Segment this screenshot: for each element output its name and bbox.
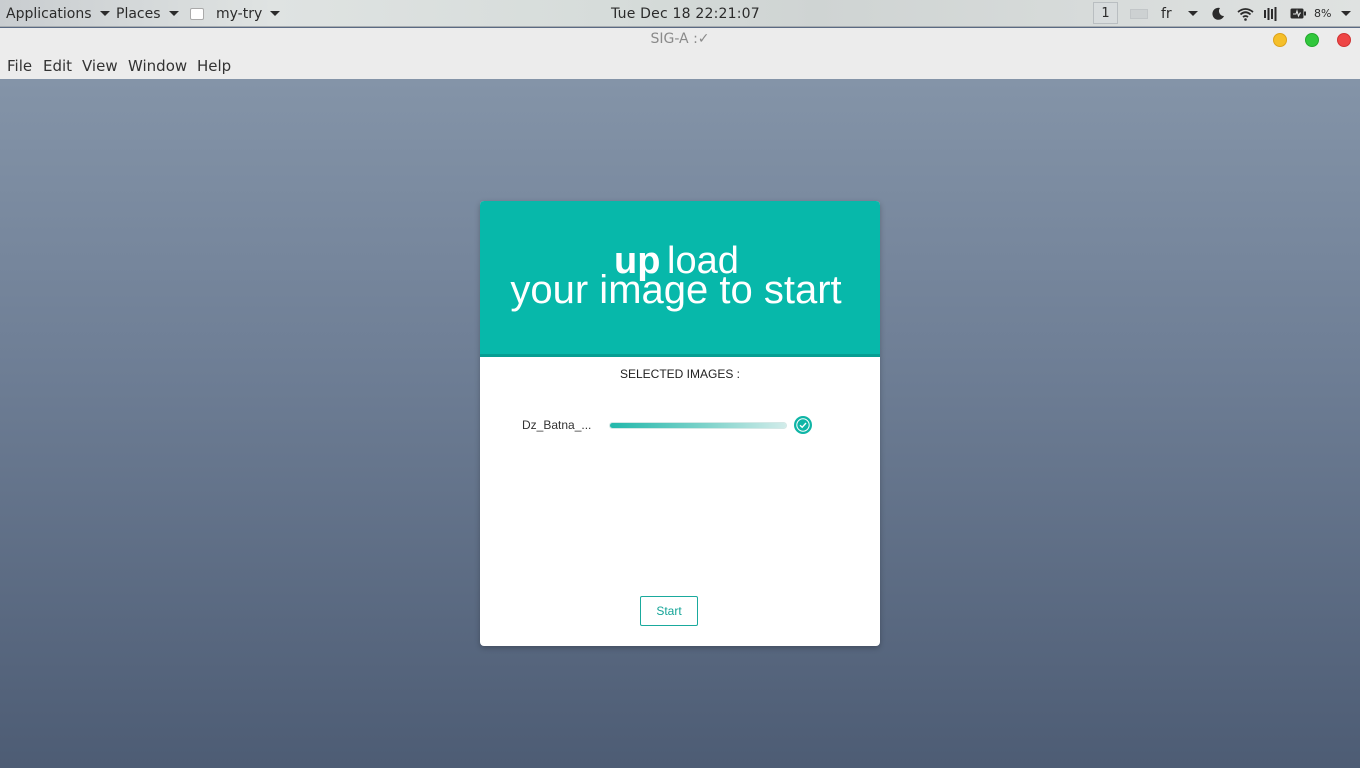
menu-help[interactable]: Help	[197, 57, 231, 75]
active-app-menu[interactable]: my-try	[190, 0, 281, 27]
chevron-down-icon	[270, 11, 281, 16]
menu-edit[interactable]: Edit	[43, 57, 72, 75]
app-icon	[190, 7, 204, 20]
upload-card: . up load your image to start SELECTED I…	[480, 201, 880, 646]
file-row: Dz_Batna_...	[522, 416, 822, 434]
menu-file[interactable]: File	[7, 57, 32, 75]
chevron-down-icon	[1341, 11, 1351, 16]
menu-bar: File Edit View Window Help	[0, 52, 1360, 79]
workspace-indicator[interactable]: 1	[1093, 2, 1118, 24]
battery-icon[interactable]	[1290, 0, 1306, 27]
top-panel: Applications Places my-try Tue Dec 18 22…	[0, 0, 1360, 27]
minimize-button[interactable]	[1273, 33, 1287, 47]
window-titlebar[interactable]: SIG-A :✓	[0, 28, 1360, 52]
volume-icon[interactable]	[1263, 0, 1279, 27]
applications-label: Applications	[6, 5, 92, 22]
chevron-down-icon	[168, 11, 179, 16]
places-menu[interactable]: Places	[116, 0, 179, 27]
upload-progress-bar	[609, 422, 787, 429]
window-title: SIG-A :✓	[650, 31, 710, 47]
battery-percentage[interactable]: 8%	[1314, 0, 1331, 27]
file-name: Dz_Batna_...	[522, 418, 592, 432]
workspace-thumbnail[interactable]	[1130, 9, 1148, 19]
places-label: Places	[116, 5, 161, 22]
close-button[interactable]	[1337, 33, 1351, 47]
chevron-down-icon	[99, 11, 110, 16]
wifi-icon[interactable]	[1237, 0, 1254, 27]
header-subtitle: your image to start	[510, 268, 842, 312]
night-light-icon[interactable]	[1211, 0, 1225, 27]
active-app-label: my-try	[216, 5, 263, 22]
upload-progress-fill	[610, 423, 786, 428]
card-header: . up load your image to start	[480, 201, 880, 357]
main-content: . up load your image to start SELECTED I…	[0, 79, 1360, 768]
check-icon	[794, 416, 812, 434]
menu-view[interactable]: View	[82, 57, 118, 75]
chevron-down-icon	[1187, 11, 1198, 16]
clock[interactable]: Tue Dec 18 22:21:07	[611, 0, 760, 27]
selected-images-label: SELECTED IMAGES :	[619, 367, 741, 381]
keyboard-layout-label: fr	[1161, 5, 1172, 22]
keyboard-layout-menu[interactable]: fr	[1161, 0, 1198, 27]
start-button[interactable]: Start	[640, 596, 698, 626]
system-menu[interactable]	[1336, 0, 1351, 27]
applications-menu[interactable]: Applications	[6, 0, 110, 27]
maximize-button[interactable]	[1305, 33, 1319, 47]
menu-window[interactable]: Window	[128, 57, 187, 75]
